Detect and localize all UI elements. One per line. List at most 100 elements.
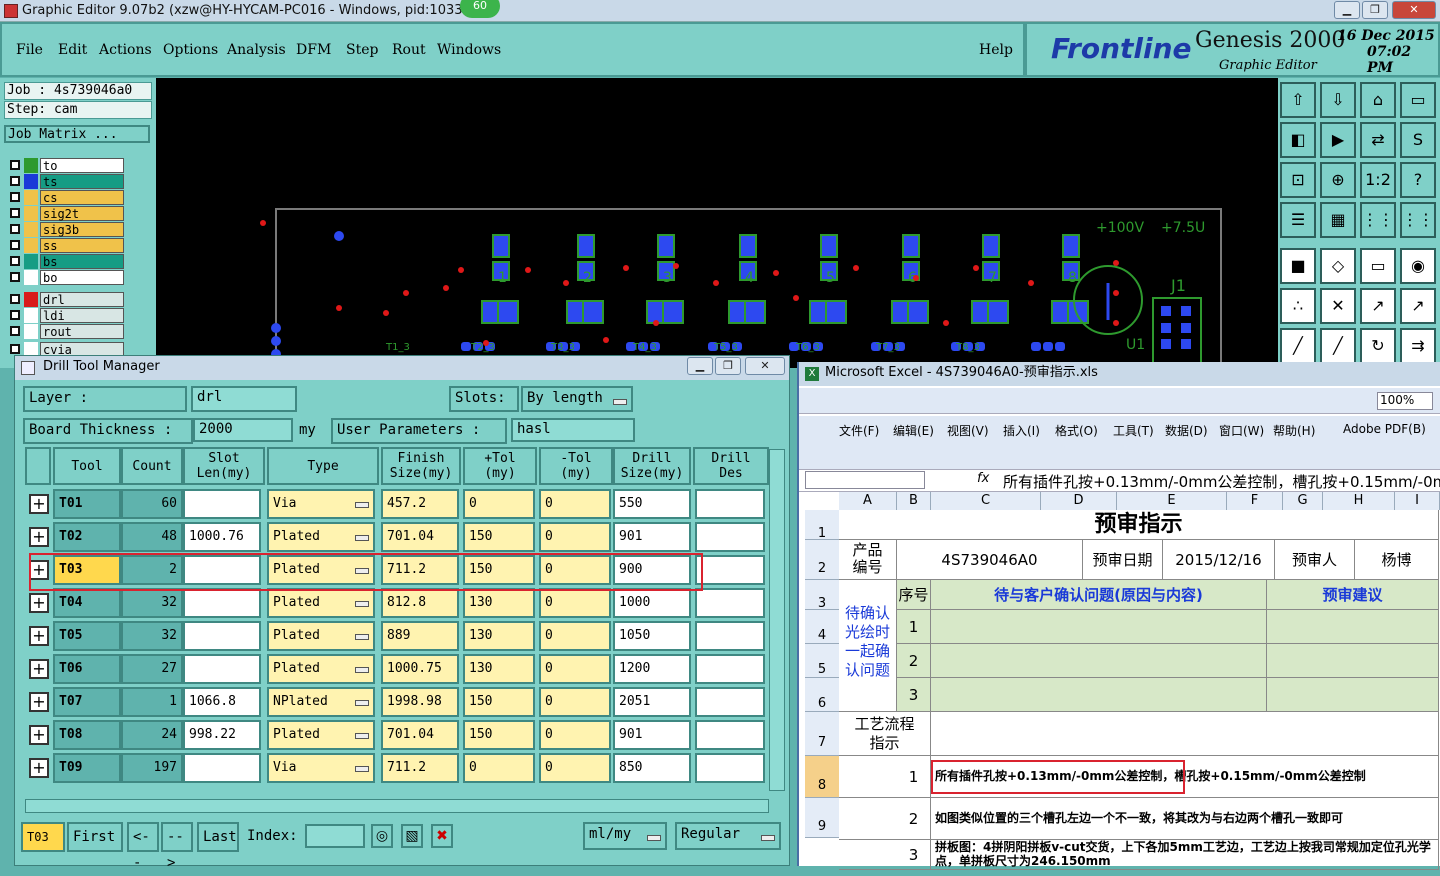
excel-menu-0[interactable]: 文件(F) — [839, 422, 879, 439]
product-code[interactable]: 4S739046A0 — [897, 540, 1083, 580]
slot-len-input[interactable]: 1066.8 — [183, 687, 261, 717]
drill-maximize-button[interactable]: ❐ — [715, 357, 741, 375]
user-params-input[interactable]: hasl — [511, 418, 635, 442]
add-icon[interactable]: ↗ — [1360, 288, 1396, 324]
slots-dropdown[interactable]: By length — [521, 386, 633, 412]
advice-cell[interactable] — [1267, 610, 1439, 644]
close-icon[interactable]: ✕ — [1320, 288, 1356, 324]
slot-len-input[interactable] — [183, 654, 261, 684]
slot-len-input[interactable] — [183, 588, 261, 618]
finish-size-input[interactable]: 701.04 — [381, 522, 459, 552]
line-icon[interactable]: ╱ — [1280, 328, 1316, 364]
down-icon[interactable]: ⇩ — [1320, 82, 1356, 118]
next-button[interactable]: --> — [161, 822, 193, 871]
help-icon[interactable]: ? — [1400, 162, 1436, 198]
plus-tol-input[interactable]: 150 — [463, 522, 535, 552]
last-button[interactable]: Last — [197, 822, 239, 852]
slot-len-input[interactable] — [183, 753, 261, 783]
drill-des-input[interactable] — [695, 687, 765, 717]
layer-row-drl[interactable]: drl — [8, 292, 124, 307]
sort-icon[interactable]: ▧ — [401, 824, 423, 848]
row-header[interactable]: 1 — [805, 510, 839, 541]
layer-input[interactable]: drl — [191, 386, 297, 412]
finish-size-input[interactable]: 457.2 — [381, 489, 459, 519]
layer-checkbox[interactable] — [10, 208, 20, 218]
delete-icon[interactable]: ✖ — [431, 824, 453, 848]
home-icon[interactable]: ⌂ — [1360, 82, 1396, 118]
type-dropdown[interactable]: Plated — [267, 588, 375, 618]
layer-checkbox[interactable] — [10, 294, 20, 304]
product-label[interactable]: 产品 编号 — [839, 540, 897, 580]
sheet-title[interactable]: 预审指示 — [839, 510, 1439, 540]
drill-des-input[interactable] — [695, 588, 765, 618]
name-box[interactable] — [805, 471, 925, 489]
tool-cell[interactable]: T09 — [53, 753, 121, 783]
col-header[interactable]: C — [931, 492, 1041, 510]
measure-icon[interactable]: ◇ — [1320, 248, 1356, 284]
finish-size-input[interactable]: 812.8 — [381, 588, 459, 618]
type-dropdown[interactable]: Via — [267, 753, 375, 783]
drill-des-input[interactable] — [695, 621, 765, 651]
excel-menu-7[interactable]: 窗口(W) — [1219, 422, 1264, 439]
type-dropdown[interactable]: Plated — [267, 654, 375, 684]
excel-menu-4[interactable]: 格式(O) — [1055, 422, 1098, 439]
expand-icon[interactable]: + — [29, 593, 49, 613]
tool-cell[interactable]: T07 — [53, 687, 121, 717]
job-matrix-button[interactable]: Job Matrix ... — [4, 125, 150, 143]
finish-size-input[interactable]: 1998.98 — [381, 687, 459, 717]
rotate-icon[interactable]: ↻ — [1360, 328, 1396, 364]
excel-menu-3[interactable]: 插入(I) — [1003, 422, 1040, 439]
top-icon[interactable]: ⇧ — [1280, 82, 1316, 118]
expand-icon[interactable]: + — [29, 692, 49, 712]
minus-tol-input[interactable]: 0 — [539, 522, 611, 552]
type-dropdown[interactable]: Plated — [267, 720, 375, 750]
tool-cell[interactable]: T05 — [53, 621, 121, 651]
zoom-icon[interactable]: ⊕ — [1320, 162, 1356, 198]
layer-checkbox[interactable] — [10, 240, 20, 250]
plus-tol-input[interactable]: 130 — [463, 654, 535, 684]
col-header[interactable]: I — [1395, 492, 1440, 510]
mirror-icon[interactable]: ⇉ — [1400, 328, 1436, 364]
drill-minimize-button[interactable]: ▁ — [687, 357, 713, 375]
row-header[interactable]: 6 — [805, 678, 839, 712]
select-icon[interactable]: ■ — [1280, 248, 1316, 284]
issue-cell[interactable] — [931, 610, 1267, 644]
tool-cell[interactable]: T01 — [53, 489, 121, 519]
process-label[interactable]: 工艺流程 指示 — [839, 712, 931, 756]
layer-checkbox[interactable] — [10, 160, 20, 170]
zoom-box[interactable]: 100% — [1377, 392, 1433, 410]
drill-size-input[interactable]: 901 — [613, 522, 691, 552]
note-number[interactable]: 2 — [897, 798, 931, 840]
tool-cell[interactable]: T06 — [53, 654, 121, 684]
plus-tol-input[interactable]: 130 — [463, 588, 535, 618]
left-icon[interactable]: ◧ — [1280, 122, 1316, 158]
menu-step[interactable]: Step — [346, 42, 378, 58]
type-dropdown[interactable]: Plated — [267, 621, 375, 651]
finish-size-input[interactable]: 711.2 — [381, 753, 459, 783]
drill-size-input[interactable]: 1050 — [613, 621, 691, 651]
type-dropdown[interactable]: NPlated — [267, 687, 375, 717]
close-button[interactable]: ✕ — [1392, 1, 1436, 19]
menu-options[interactable]: Options — [163, 42, 218, 58]
plus-tol-input[interactable]: 150 — [463, 720, 535, 750]
minus-tol-input[interactable]: 0 — [539, 720, 611, 750]
col-header[interactable]: A — [839, 492, 897, 510]
expand-icon[interactable]: + — [29, 659, 49, 679]
reviewer-label[interactable]: 预审人 — [1275, 540, 1355, 580]
excel-menu-9[interactable]: Adobe PDF(B) — [1343, 422, 1426, 436]
row-header[interactable]: 3 — [805, 580, 839, 611]
expand-icon[interactable]: + — [29, 725, 49, 745]
review-date-label[interactable]: 预审日期 — [1083, 540, 1163, 580]
first-button[interactable]: First — [67, 822, 123, 852]
issue-cell[interactable] — [931, 678, 1267, 712]
minus-tol-input[interactable]: 0 — [539, 654, 611, 684]
drill-size-input[interactable]: 2051 — [613, 687, 691, 717]
light-icon[interactable]: ◎ — [371, 824, 393, 848]
graphic-canvas[interactable]: 1 T1_3 2 T2_3 3 T3_3 4 T4_3 5 T5_3 6 T6_3 7 T7_3 8 T8_3… — [156, 78, 1278, 410]
mode-dropdown[interactable]: Regular — [675, 822, 781, 850]
layer-row-ss[interactable]: ss — [8, 238, 124, 253]
layer-row-sig3b[interactable]: sig3b — [8, 222, 124, 237]
finish-size-input[interactable]: 1000.75 — [381, 654, 459, 684]
issue-cell[interactable] — [931, 644, 1267, 678]
seq-cell[interactable]: 2 — [897, 644, 931, 678]
